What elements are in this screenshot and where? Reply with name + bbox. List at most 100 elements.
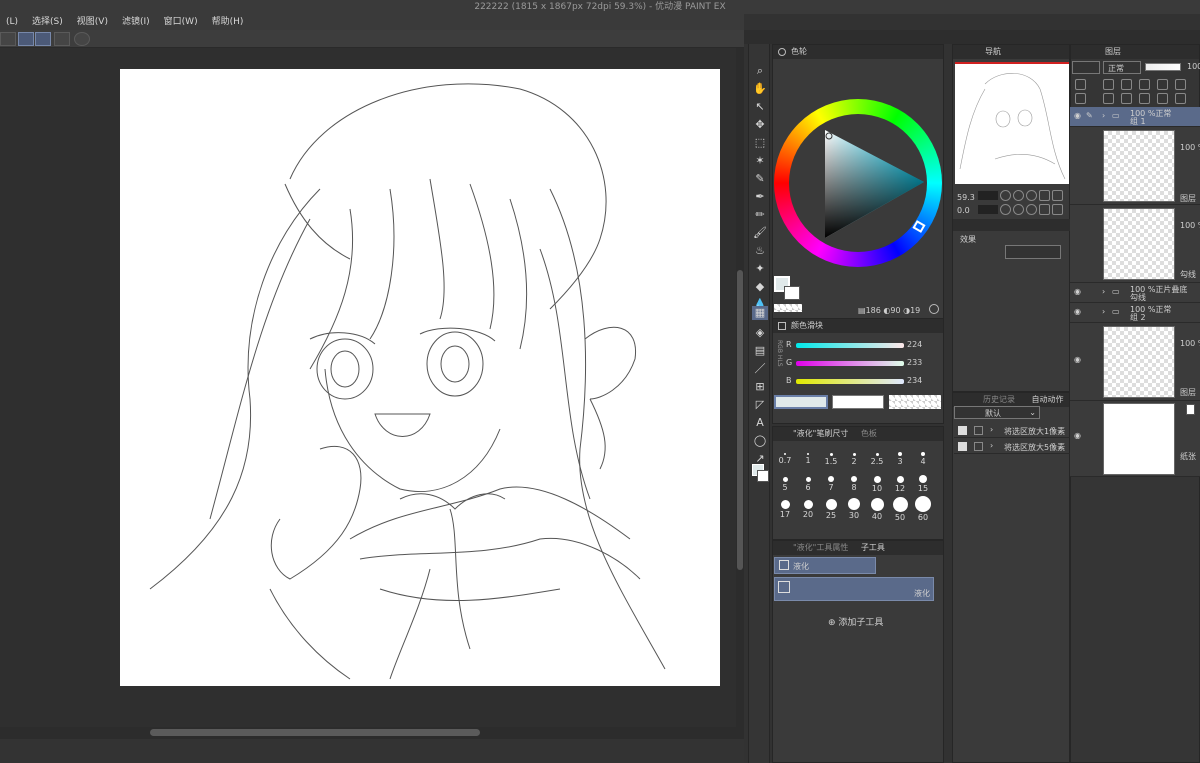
new-vector-layer-icon[interactable]	[1103, 93, 1114, 104]
brush-size-cell[interactable]: 2	[843, 444, 865, 466]
drawing-canvas[interactable]	[120, 69, 720, 686]
slider-transparent-color[interactable]	[889, 395, 941, 409]
brush-size-cell[interactable]: 12	[889, 469, 911, 493]
layer-color-dropdown[interactable]	[1072, 61, 1100, 74]
color-slider-mode-tabs[interactable]: RGB HLS	[775, 340, 783, 367]
blue-value[interactable]: 234	[907, 376, 922, 385]
brush-size-cell[interactable]: 60	[912, 494, 934, 522]
rotate-left-icon[interactable]	[1000, 204, 1011, 215]
decoration-icon[interactable]: ✦	[752, 262, 768, 276]
eye-icon[interactable]: ◉	[1074, 307, 1081, 316]
menu-layer[interactable]: (L)	[0, 14, 26, 30]
pen-lock-icon[interactable]: ✎	[1086, 111, 1093, 120]
slider-sub-color[interactable]	[832, 395, 884, 409]
fill-icon[interactable]: ◈	[752, 326, 768, 340]
brush-size-cell[interactable]: 0.7	[774, 444, 796, 465]
action-enabled-checkbox[interactable]	[958, 426, 967, 435]
operation-icon[interactable]: ↖	[752, 100, 768, 114]
tool-property-tab[interactable]: "液化"工具属性	[793, 543, 848, 552]
flip-horizontal-icon[interactable]	[1039, 204, 1050, 215]
brush-size-cell[interactable]: 2.5	[866, 444, 888, 466]
brush-size-cell[interactable]: 10	[866, 469, 888, 493]
action-dialog-checkbox[interactable]	[974, 442, 983, 451]
lock-icon[interactable]	[1139, 79, 1150, 90]
slider-main-color[interactable]	[774, 395, 828, 409]
layer-row-lineart[interactable]: 100 % 勾线	[1070, 205, 1200, 283]
navigator-preview[interactable]	[955, 62, 1069, 184]
move-icon[interactable]: ✥	[752, 118, 768, 132]
brush-icon[interactable]: 🖌	[752, 226, 768, 240]
zoom-slider[interactable]	[978, 191, 998, 200]
brush-size-cell[interactable]: 50	[889, 494, 911, 522]
red-value[interactable]: 224	[907, 340, 922, 349]
transfer-down-icon[interactable]	[1139, 93, 1150, 104]
menu-select[interactable]: 选择(S)	[26, 14, 71, 30]
menu-filter[interactable]: 滤镜(I)	[116, 14, 158, 30]
balloon-icon[interactable]: ◯	[752, 434, 768, 448]
brush-size-cell[interactable]: 4	[912, 444, 934, 466]
selection-icon[interactable]: ⬚	[752, 136, 768, 150]
eye-icon[interactable]: ◉	[1074, 431, 1081, 440]
gradient-icon[interactable]: ▤	[752, 344, 768, 358]
mask-icon[interactable]	[1175, 79, 1186, 90]
auto-action-set-dropdown[interactable]: 默认 ⌄	[954, 406, 1040, 419]
panel-sub-color[interactable]	[784, 286, 800, 300]
brush-size-cell[interactable]: 1.5	[820, 444, 842, 466]
layer-row-layer2[interactable]: ◉ 100 % 图层	[1070, 323, 1200, 401]
brush-size-cell[interactable]: 3	[889, 444, 911, 466]
red-slider[interactable]	[796, 343, 904, 348]
brush-size-cell[interactable]: 7	[820, 469, 842, 492]
flip-vertical-icon[interactable]	[1052, 204, 1063, 215]
brush-size-cell[interactable]: 5	[774, 469, 796, 492]
saturation-value-triangle[interactable]	[820, 128, 930, 240]
navigator-tab[interactable]: 导航	[985, 47, 1001, 56]
layer-row-layer[interactable]: 100 % 图层	[1070, 127, 1200, 205]
brush-size-cell[interactable]: 40	[866, 494, 888, 521]
fit-navigator-icon[interactable]	[1052, 190, 1063, 201]
zoom-icon[interactable]: ⌕	[752, 64, 768, 78]
chevron-right-icon[interactable]: ›	[1102, 287, 1105, 296]
text-icon[interactable]: A	[752, 416, 768, 430]
menu-view[interactable]: 视图(V)	[71, 14, 116, 30]
layer-tab[interactable]: 图层	[1105, 47, 1121, 56]
brush-size-cell[interactable]: 20	[797, 494, 819, 519]
help-icon[interactable]	[74, 32, 90, 46]
delete-layer-icon[interactable]	[1175, 93, 1186, 104]
blend-mode-dropdown[interactable]: 正常	[1103, 61, 1141, 74]
opacity-slider[interactable]	[1145, 63, 1181, 71]
opacity-value[interactable]: 100	[1187, 62, 1200, 71]
canvas-vertical-scroll-thumb[interactable]	[737, 270, 743, 570]
ruler-tool-icon[interactable]: ◸	[752, 398, 768, 412]
liquify-icon[interactable]: ▦	[752, 306, 768, 320]
auto-action-row[interactable]: › 将选区放大5像素	[954, 439, 1070, 454]
add-subtool-button[interactable]: ⊕ 添加子工具	[828, 615, 883, 628]
brush-size-cell[interactable]: 8	[843, 469, 865, 492]
brush-size-cell[interactable]: 15	[912, 469, 934, 493]
effects-dropdown[interactable]	[1005, 245, 1061, 259]
layer-row-multiply-folder[interactable]: ◉ › ▭ 100 %正片叠底 勾线	[1070, 283, 1200, 303]
zoom-100-icon[interactable]	[1026, 190, 1037, 201]
transparent-color[interactable]	[774, 304, 802, 312]
chevron-right-icon[interactable]: ›	[1102, 111, 1105, 120]
layer-row-paper[interactable]: ◉ 纸张	[1070, 401, 1200, 477]
brush-size-cell[interactable]: 25	[820, 494, 842, 520]
merge-down-icon[interactable]	[1157, 93, 1168, 104]
eye-icon[interactable]: ◉	[1074, 287, 1081, 296]
green-value[interactable]: 233	[907, 358, 922, 367]
auto-action-tab[interactable]: 自动动作	[1032, 395, 1064, 404]
new-folder-icon[interactable]	[1121, 93, 1132, 104]
reference-icon[interactable]	[1103, 79, 1114, 90]
new-raster-layer-icon[interactable]	[1075, 93, 1086, 104]
clip-icon[interactable]	[1075, 79, 1086, 90]
blue-slider[interactable]	[796, 379, 904, 384]
angle-readout[interactable]: 0.0	[957, 206, 970, 215]
brush-size-tab[interactable]: "液化"笔刷尺寸	[793, 429, 848, 438]
pencil-icon[interactable]: ✏	[752, 208, 768, 222]
subtool-group-liquify[interactable]: 液化	[774, 557, 876, 574]
layer-row-group1[interactable]: ◉ ✎ › ▭ 100 %正常 组 1	[1070, 107, 1200, 127]
zoom-readout[interactable]: 59.3	[957, 193, 975, 202]
paper-color-icon[interactable]	[1186, 404, 1195, 415]
green-slider[interactable]	[796, 361, 904, 366]
menu-window[interactable]: 窗口(W)	[158, 14, 206, 30]
color-mode-icon[interactable]	[929, 304, 939, 314]
